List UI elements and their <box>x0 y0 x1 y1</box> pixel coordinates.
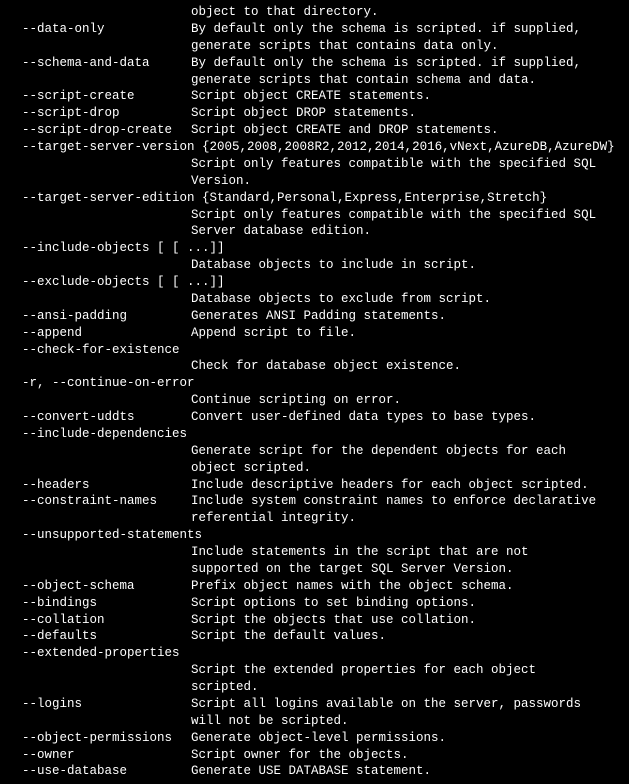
option-flag: --data-only <box>8 21 191 38</box>
help-line: --check-for-existence <box>8 342 621 359</box>
help-line: --headersInclude descriptive headers for… <box>8 477 621 494</box>
option-flag: --unsupported-statements <box>8 527 202 544</box>
help-line: --script-drop-createScript object CREATE… <box>8 122 621 139</box>
option-flag: --include-dependencies <box>8 426 187 443</box>
help-line: -r, --continue-on-error <box>8 375 621 392</box>
help-description-continuation: scripted. <box>8 679 621 696</box>
option-flag: --check-for-existence <box>8 342 180 359</box>
help-description-continuation: Version. <box>8 173 621 190</box>
option-description: Include descriptive headers for each obj… <box>191 477 621 494</box>
option-description: Generate object-level permissions. <box>191 730 621 747</box>
help-description-continuation: Server database edition. <box>8 223 621 240</box>
option-description: Script options to set binding options. <box>191 595 621 612</box>
help-line: --extended-properties <box>8 645 621 662</box>
option-flag: --convert-uddts <box>8 409 191 426</box>
help-line: --schema-and-dataBy default only the sch… <box>8 55 621 72</box>
option-flag: --use-database <box>8 763 191 780</box>
option-flag: --script-drop <box>8 105 191 122</box>
help-line: --loginsScript all logins available on t… <box>8 696 621 713</box>
help-description-continuation: Include statements in the script that ar… <box>8 544 621 561</box>
help-description-continuation: Continue scripting on error. <box>8 392 621 409</box>
help-line: --bindingsScript options to set binding … <box>8 595 621 612</box>
option-flag: --append <box>8 325 191 342</box>
help-description-continuation: object scripted. <box>8 460 621 477</box>
help-line: --convert-uddtsConvert user-defined data… <box>8 409 621 426</box>
help-line: --include-objects [ [ ...]] <box>8 240 621 257</box>
option-description: Append script to file. <box>191 325 621 342</box>
option-description: Generate USE DATABASE statement. <box>191 763 621 780</box>
option-flag: --object-permissions <box>8 730 191 747</box>
help-line: --exclude-objects [ [ ...]] <box>8 274 621 291</box>
help-line: --target-server-version {2005,2008,2008R… <box>8 139 621 156</box>
option-description: Include system constraint names to enfor… <box>191 493 621 510</box>
option-flag: --owner <box>8 747 191 764</box>
help-line: --script-dropScript object DROP statemen… <box>8 105 621 122</box>
help-line: --constraint-namesInclude system constra… <box>8 493 621 510</box>
help-line: --object-permissionsGenerate object-leve… <box>8 730 621 747</box>
option-flag: --collation <box>8 612 191 629</box>
help-line: --unsupported-statements <box>8 527 621 544</box>
help-description-continuation: Script only features compatible with the… <box>8 156 621 173</box>
option-description: Script object CREATE statements. <box>191 88 621 105</box>
help-line: --object-schemaPrefix object names with … <box>8 578 621 595</box>
help-line: --use-databaseGenerate USE DATABASE stat… <box>8 763 621 780</box>
option-description: Script all logins available on the serve… <box>191 696 621 713</box>
option-description: Convert user-defined data types to base … <box>191 409 621 426</box>
option-description: By default only the schema is scripted. … <box>191 21 621 38</box>
help-description-continuation: Check for database object existence. <box>8 358 621 375</box>
option-description: Generates ANSI Padding statements. <box>191 308 621 325</box>
option-flag: --defaults <box>8 628 191 645</box>
option-flag: --script-drop-create <box>8 122 191 139</box>
option-description: Script the objects that use collation. <box>191 612 621 629</box>
option-flag: --constraint-names <box>8 493 191 510</box>
help-description-continuation: Database objects to include in script. <box>8 257 621 274</box>
option-description: Script object DROP statements. <box>191 105 621 122</box>
help-line: --ansi-paddingGenerates ANSI Padding sta… <box>8 308 621 325</box>
help-line: --appendAppend script to file. <box>8 325 621 342</box>
option-description: Script the default values. <box>191 628 621 645</box>
option-flag: --script-create <box>8 88 191 105</box>
option-flag: --schema-and-data <box>8 55 191 72</box>
option-description: Script owner for the objects. <box>191 747 621 764</box>
help-description-continuation: object to that directory. <box>8 4 621 21</box>
help-description-continuation: supported on the target SQL Server Versi… <box>8 561 621 578</box>
help-description-continuation: will not be scripted. <box>8 713 621 730</box>
help-line: --defaultsScript the default values. <box>8 628 621 645</box>
option-flag: --include-objects [ [ ...]] <box>8 240 225 257</box>
option-description: By default only the schema is scripted. … <box>191 55 621 72</box>
option-flag: --logins <box>8 696 191 713</box>
option-flag: -r, --continue-on-error <box>8 375 195 392</box>
help-line: --script-createScript object CREATE stat… <box>8 88 621 105</box>
help-line: --target-server-edition {Standard,Person… <box>8 190 621 207</box>
option-description: Script object CREATE and DROP statements… <box>191 122 621 139</box>
option-flag: --extended-properties <box>8 645 180 662</box>
help-description-continuation: Script only features compatible with the… <box>8 207 621 224</box>
help-line: --ownerScript owner for the objects. <box>8 747 621 764</box>
option-flag: --target-server-version {2005,2008,2008R… <box>8 139 615 156</box>
help-line: --data-onlyBy default only the schema is… <box>8 21 621 38</box>
help-description-continuation: generate scripts that contain schema and… <box>8 72 621 89</box>
option-flag: --object-schema <box>8 578 191 595</box>
help-description-continuation: Script the extended properties for each … <box>8 662 621 679</box>
help-line: --collationScript the objects that use c… <box>8 612 621 629</box>
option-flag: --bindings <box>8 595 191 612</box>
help-description-continuation: Database objects to exclude from script. <box>8 291 621 308</box>
option-flag: --target-server-edition {Standard,Person… <box>8 190 547 207</box>
help-description-continuation: referential integrity. <box>8 510 621 527</box>
option-flag: --ansi-padding <box>8 308 191 325</box>
help-description-continuation: generate scripts that contains data only… <box>8 38 621 55</box>
option-flag: --exclude-objects [ [ ...]] <box>8 274 225 291</box>
terminal-output: object to that directory.--data-onlyBy d… <box>8 4 621 780</box>
option-description: Prefix object names with the object sche… <box>191 578 621 595</box>
help-description-continuation: Generate script for the dependent object… <box>8 443 621 460</box>
help-line: --include-dependencies <box>8 426 621 443</box>
option-flag: --headers <box>8 477 191 494</box>
